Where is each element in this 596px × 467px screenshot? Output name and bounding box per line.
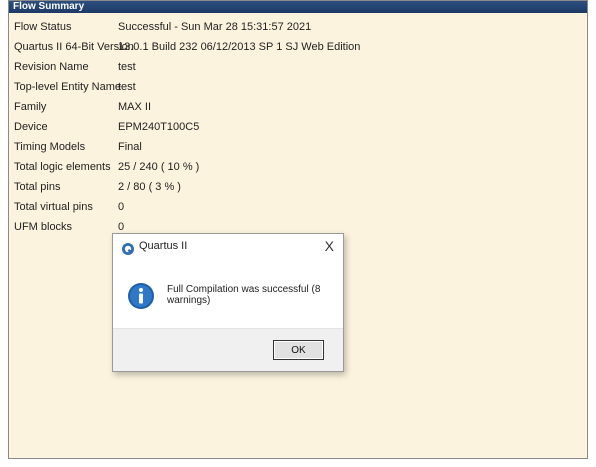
close-icon[interactable]: X [325,238,334,254]
dialog-title: Quartus II [139,240,188,252]
row-label: Total virtual pins [14,201,93,213]
row-label: Total logic elements [14,161,111,173]
row-value: test [118,61,136,73]
dialog-title-bar[interactable]: Quartus II X [113,234,343,262]
window-title-bar[interactable]: Flow Summary [9,1,587,13]
row-label: Revision Name [14,61,89,73]
row-label: Family [14,101,47,113]
table-row: Device EPM240T100C5 [9,117,587,137]
row-value: 2 / 80 ( 3 % ) [118,181,181,193]
row-label: Device [14,121,48,133]
table-row: Total logic elements 25 / 240 ( 10 % ) [9,157,587,177]
dialog-message: Full Compilation was successful (8 warni… [167,284,321,306]
row-label: Total pins [14,181,61,193]
table-row: Quartus II 64-Bit Version 13.0.1 Build 2… [9,37,587,57]
row-value: 0 [118,201,125,213]
ok-button[interactable]: OK [273,340,324,360]
flow-summary-window: Flow Summary Flow Status Successful - Su… [8,0,588,459]
row-value: EPM240T100C5 [118,121,200,133]
table-row: Revision Name test [9,57,587,77]
row-label: Top-level Entity Name [14,81,121,93]
row-label: Flow Status [14,21,72,33]
compilation-dialog: Quartus II X Full Compilation was succes… [112,233,344,372]
table-row: Flow Status Successful - Sun Mar 28 15:3… [9,17,587,37]
row-value: test [118,81,136,93]
window-title: Flow Summary [13,1,85,12]
info-icon [128,283,154,309]
row-value: 25 / 240 ( 10 % ) [118,161,200,173]
quartus-icon [122,243,134,255]
row-value: 13.0.1 Build 232 06/12/2013 SP 1 SJ Web … [118,41,361,53]
row-value: Final [118,141,142,153]
table-row: Total pins 2 / 80 ( 3 % ) [9,177,587,197]
table-row: Timing Models Final [9,137,587,157]
dialog-button-area: OK [113,328,343,371]
table-row: Total virtual pins 0 [9,197,587,217]
row-label: Timing Models [14,141,86,153]
table-row: Family MAX II [9,97,587,117]
row-value: Successful - Sun Mar 28 15:31:57 2021 [118,21,312,33]
row-label: UFM blocks [14,221,73,233]
table-row: Top-level Entity Name test [9,77,587,97]
row-value: MAX II [118,101,152,113]
row-label: Quartus II 64-Bit Version [14,41,134,53]
